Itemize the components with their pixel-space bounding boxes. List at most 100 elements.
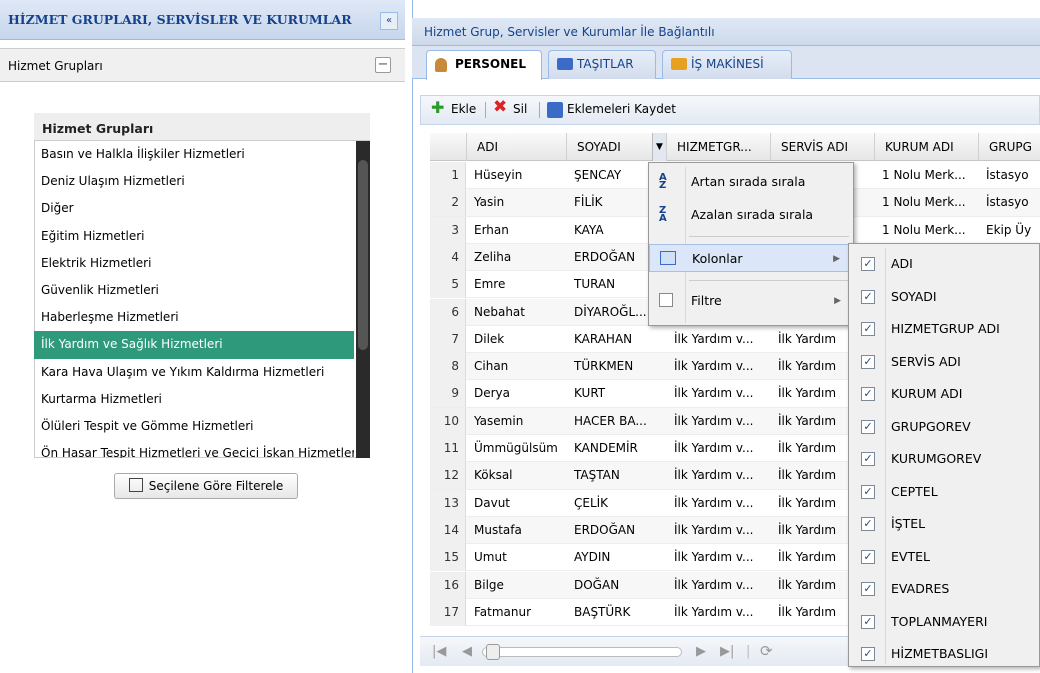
section-collapse-button[interactable]: −	[375, 57, 391, 73]
save-button[interactable]: Eklemeleri Kaydet	[567, 102, 676, 116]
column-toggle-item[interactable]: ✓ KURUM ADI	[849, 378, 1039, 411]
column-checkbox[interactable]: ✓	[861, 452, 875, 466]
column-checkbox[interactable]: ✓	[861, 419, 875, 434]
column-toggle-item[interactable]: ✓ HIZMETGRUP ADI	[849, 313, 1039, 346]
column-checkbox[interactable]: ✓	[861, 354, 875, 369]
filter-selected-button[interactable]: Seçilene Göre Filterele	[114, 473, 298, 499]
cell-adi: Cihan	[474, 359, 509, 374]
column-checkbox[interactable]: ✓	[861, 484, 875, 499]
column-toggle-item[interactable]: ✓ CEPTEL	[849, 476, 1039, 509]
next-page-icon[interactable]: ▶	[696, 644, 706, 659]
refresh-icon[interactable]: ⟳	[760, 642, 773, 660]
column-toggle-label: CEPTEL	[891, 483, 938, 499]
column-toggle-item[interactable]: ✓ KURUMGOREV	[849, 443, 1039, 476]
hizmet-list-item[interactable]: Haberleşme Hizmetleri	[34, 304, 354, 331]
column-toggle-item[interactable]: ✓ TOPLANMAYERI	[849, 606, 1039, 639]
row-number: 11	[430, 435, 466, 462]
column-toggle-item[interactable]: ✓ HİZMETBASLIGI	[849, 638, 1039, 671]
column-checkbox[interactable]: ✓	[861, 549, 875, 564]
row-number: 7	[430, 325, 466, 353]
cell-hizmetgrup: İlk Yardım v...	[674, 441, 754, 455]
cell-soyadi: TÜRKMEN	[574, 359, 634, 374]
add-icon[interactable]: ✚	[431, 98, 444, 117]
column-menu-trigger-icon[interactable]: ▼	[652, 133, 666, 161]
column-checkbox[interactable]: ✓	[861, 257, 875, 271]
save-icon[interactable]	[547, 102, 563, 118]
col-header-soyadi[interactable]: SOYADI	[566, 133, 666, 161]
menu-item-filter[interactable]: Filtre ▶	[649, 287, 853, 315]
row-number: 13	[430, 489, 466, 517]
column-checkbox[interactable]: ✓	[861, 387, 875, 401]
section-header: Hizmet Grupları −	[0, 48, 405, 82]
cell-hizmetgrup: İlk Yardım v...	[674, 604, 754, 619]
filter-checkbox[interactable]	[659, 293, 673, 307]
hizmet-list-item[interactable]: Ön Hasar Tespit Hizmetleri ve Gecici İsk…	[34, 440, 354, 458]
hizmet-list-item[interactable]: Ölüleri Tespit ve Gömme Hizmetleri	[34, 413, 354, 440]
add-button[interactable]: Ekle	[451, 102, 476, 116]
row-number-header	[430, 133, 466, 161]
cell-hizmetgrup: İlk Yardım v...	[674, 413, 754, 428]
hizmet-list-item[interactable]: Elektrik Hizmetleri	[34, 250, 354, 277]
column-toggle-item[interactable]: ✓ SOYADI	[849, 281, 1039, 314]
cell-adi: Nebahat	[474, 304, 525, 319]
col-header-hizmetgrup[interactable]: HIZMETGR...	[666, 133, 770, 161]
tab-tasitlar[interactable]: TAŞITLAR	[548, 50, 656, 79]
collapse-button[interactable]: «	[380, 12, 398, 30]
tab-is-makinesi[interactable]: İŞ MAKİNESİ	[662, 50, 792, 79]
cell-adi: Ümmügülsüm	[474, 441, 558, 455]
cell-grupgorev: İstasyo	[986, 195, 1029, 210]
menu-item-label: Artan sırada sırala	[691, 174, 806, 189]
hizmet-list-item[interactable]: İlk Yardım ve Sağlık Hizmetleri	[34, 331, 354, 359]
column-checkbox[interactable]: ✓	[861, 647, 875, 661]
cell-hizmetgrup: İlk Yardım v...	[674, 331, 754, 346]
column-checkbox[interactable]: ✓	[861, 614, 875, 629]
prev-page-icon[interactable]: ◀	[462, 644, 472, 659]
column-toggle-item[interactable]: ✓ GRUPGOREV	[849, 411, 1039, 444]
column-toggle-label: İŞTEL	[891, 516, 926, 531]
left-panel-header: HİZMET GRUPLARI, SERVİSLER VE KURUMLAR «	[0, 0, 405, 40]
hizmet-list-item[interactable]: Diğer	[34, 195, 354, 222]
column-checkbox[interactable]: ✓	[861, 517, 875, 531]
hizmet-list-item[interactable]: Güvenlik Hizmetleri	[34, 277, 354, 304]
hizmet-list-item[interactable]: Deniz Ulaşım Hizmetleri	[34, 168, 354, 195]
menu-item-columns[interactable]: Kolonlar ▶	[649, 244, 853, 272]
column-checkbox[interactable]: ✓	[861, 582, 875, 596]
cell-soyadi: TAŞTAN	[574, 468, 620, 483]
page-slider[interactable]	[482, 647, 682, 657]
col-header-adi[interactable]: ADI	[466, 133, 566, 161]
row-number: 4	[430, 243, 466, 271]
menu-item-sort-desc[interactable]: ZA Azalan sırada sırala	[649, 201, 853, 229]
menu-item-label: Filtre	[691, 293, 722, 308]
column-toggle-item[interactable]: ✓ EVTEL	[849, 541, 1039, 574]
cell-hizmetgrup: İlk Yardım v...	[674, 550, 754, 565]
cell-adi: Dilek	[474, 331, 505, 346]
cell-soyadi: ÇELİK	[574, 495, 609, 510]
hizmet-list-item[interactable]: Kurtarma Hizmetleri	[34, 386, 354, 413]
delete-icon[interactable]: ✖	[493, 97, 507, 117]
col-header-kurum[interactable]: KURUM ADI	[874, 133, 978, 161]
col-header-servis[interactable]: SERVİS ADI	[770, 133, 874, 161]
list-scroll-thumb[interactable]	[358, 160, 368, 350]
hizmet-list-item[interactable]: Kara Hava Ulaşım ve Yıkım Kaldırma Hizme…	[34, 359, 354, 386]
column-toggle-item[interactable]: ✓ ADI	[849, 248, 1039, 281]
toolbar-separator	[485, 102, 486, 118]
hizmet-list-item[interactable]: Basın ve Halkla İlişkiler Hizmetleri	[34, 141, 354, 168]
menu-item-sort-asc[interactable]: AZ Artan sırada sırala	[649, 168, 853, 196]
page-slider-thumb[interactable]	[486, 644, 500, 660]
row-number: 9	[430, 380, 466, 408]
delete-button[interactable]: Sil	[513, 102, 527, 116]
column-checkbox[interactable]: ✓	[861, 322, 875, 336]
last-page-icon[interactable]: ▶|	[720, 644, 734, 659]
right-panel-header: Hizmet Grup, Servisler ve Kurumlar İle B…	[412, 18, 1040, 46]
column-toggle-item[interactable]: ✓ SERVİS ADI	[849, 346, 1039, 379]
column-checkbox[interactable]: ✓	[861, 289, 875, 304]
first-page-icon[interactable]: |◀	[432, 644, 446, 659]
sort-asc-icon: AZ	[659, 172, 667, 191]
cell-adi: Erhan	[474, 222, 509, 237]
cell-soyadi: AYDIN	[574, 550, 611, 565]
col-header-grupgorev[interactable]: GRUPG	[978, 133, 1040, 161]
hizmet-list-item[interactable]: Eğitim Hizmetleri	[34, 223, 354, 250]
column-toggle-item[interactable]: ✓ İŞTEL	[849, 508, 1039, 541]
column-toggle-item[interactable]: ✓ EVADRES	[849, 573, 1039, 606]
tab-personel[interactable]: PERSONEL	[426, 50, 542, 80]
